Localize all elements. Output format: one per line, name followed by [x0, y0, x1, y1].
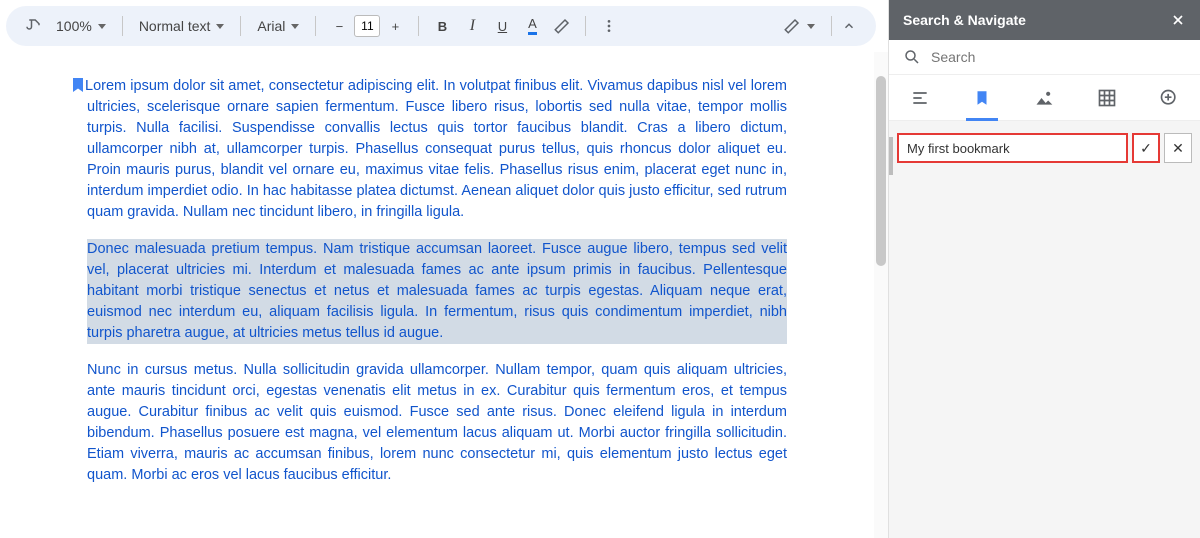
text-color-button[interactable]: A [519, 12, 545, 40]
italic-button[interactable]: I [459, 12, 485, 40]
print-format-icon[interactable] [20, 12, 46, 40]
underline-button[interactable]: U [489, 12, 515, 40]
zoom-value: 100% [56, 18, 92, 34]
font-select[interactable]: Arial [251, 18, 305, 34]
tab-find[interactable] [1149, 75, 1189, 121]
search-navigate-panel: Search & Navigate [888, 0, 1200, 538]
document-area[interactable]: Lorem ipsum dolor sit amet, consectetur … [0, 52, 874, 538]
paragraph: Lorem ipsum dolor sit amet, consectetur … [87, 76, 787, 223]
paragraph-style-label: Normal text [139, 18, 211, 34]
font-size-input[interactable] [354, 15, 380, 37]
pen-icon [783, 17, 801, 35]
panel-title: Search & Navigate [903, 12, 1026, 28]
search-icon [903, 48, 921, 66]
font-size-increase-button[interactable]: + [382, 12, 408, 40]
tab-outline[interactable] [900, 75, 940, 121]
bookmark-name-input[interactable] [897, 133, 1128, 163]
zoom-select[interactable]: 100% [50, 18, 112, 34]
tab-images[interactable] [1024, 75, 1064, 121]
more-options-button[interactable] [596, 12, 622, 40]
close-panel-button[interactable] [1170, 12, 1186, 28]
editing-mode-select[interactable] [777, 17, 821, 35]
editor-toolbar: 100% Normal text Arial − + B I U [6, 6, 876, 46]
chevron-down-icon [807, 24, 815, 29]
chevron-down-icon [216, 24, 224, 29]
bookmark-cancel-button[interactable]: ✕ [1164, 133, 1192, 163]
collapse-toolbar-button[interactable] [842, 19, 862, 33]
search-input[interactable] [931, 49, 1186, 65]
font-size-decrease-button[interactable]: − [326, 12, 352, 40]
paragraph-style-select[interactable]: Normal text [133, 18, 231, 34]
bold-button[interactable]: B [429, 12, 455, 40]
paragraph: Donec malesuada pretium tempus. Nam tris… [87, 239, 787, 344]
tab-tables[interactable] [1087, 75, 1127, 121]
paragraph: Nunc in cursus metus. Nulla sollicitudin… [87, 360, 787, 486]
chevron-down-icon [98, 24, 106, 29]
scrollbar[interactable] [874, 52, 888, 538]
bookmark-icon [73, 78, 83, 92]
chevron-down-icon [291, 24, 299, 29]
scrollbar-thumb[interactable] [876, 76, 886, 266]
highlight-button[interactable] [549, 12, 575, 40]
font-label: Arial [257, 18, 285, 34]
bookmark-confirm-button[interactable]: ✓ [1132, 133, 1160, 163]
tab-bookmarks[interactable] [962, 75, 1002, 121]
